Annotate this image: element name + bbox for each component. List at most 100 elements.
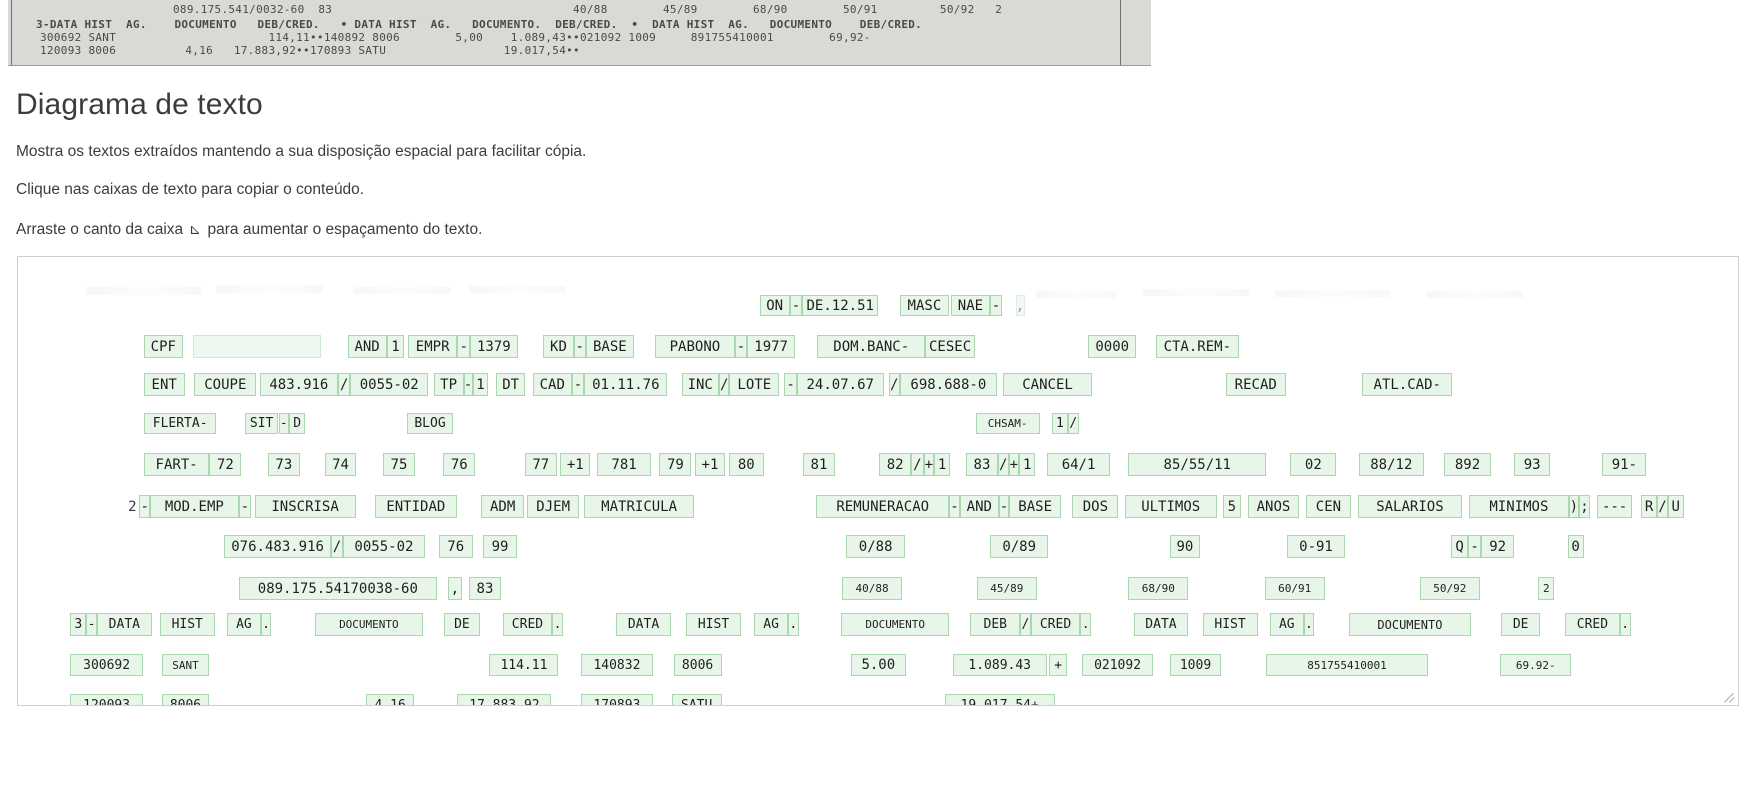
text-token[interactable]: / bbox=[1067, 413, 1079, 434]
text-token[interactable]: BLOG bbox=[406, 413, 454, 434]
text-token[interactable]: 17.883.92 bbox=[457, 694, 552, 705]
text-token[interactable]: . bbox=[787, 613, 799, 636]
text-token[interactable]: 69.92- bbox=[1500, 654, 1572, 676]
text-token[interactable]: ULTIMOS bbox=[1124, 495, 1217, 518]
text-token[interactable]: REMUNERACAO bbox=[816, 495, 950, 518]
text-token[interactable]: 75 bbox=[383, 453, 415, 476]
text-token[interactable]: INSCRISA bbox=[254, 495, 356, 518]
text-token[interactable]: 0055-02 bbox=[350, 373, 429, 396]
text-token[interactable]: +1 bbox=[560, 453, 591, 476]
text-token[interactable]: KD bbox=[543, 335, 574, 358]
text-token[interactable]: + bbox=[923, 453, 935, 476]
text-token[interactable]: / bbox=[330, 535, 344, 558]
text-token[interactable]: 483.916 bbox=[259, 373, 338, 396]
text-token[interactable]: 1379 bbox=[469, 335, 518, 358]
text-token[interactable]: HIST bbox=[159, 613, 215, 636]
text-token[interactable]: / bbox=[718, 373, 730, 396]
text-token[interactable]: 089.175.54170038-60 bbox=[238, 577, 438, 600]
text-token[interactable]: . bbox=[552, 613, 563, 636]
text-token[interactable]: DE bbox=[1501, 613, 1541, 636]
text-token[interactable]: CRED bbox=[502, 613, 553, 636]
text-token[interactable]: ON bbox=[759, 295, 790, 316]
text-token[interactable]: BASE bbox=[1009, 495, 1061, 518]
text-token[interactable]: MATRICULA bbox=[584, 495, 695, 518]
text-token[interactable]: 91- bbox=[1602, 453, 1647, 476]
text-token[interactable]: CTA.REM- bbox=[1155, 335, 1239, 358]
text-token[interactable]: 01.11.76 bbox=[584, 373, 668, 396]
text-token[interactable]: + bbox=[1008, 453, 1020, 476]
text-token[interactable]: 1977 bbox=[747, 335, 796, 358]
text-token[interactable]: --- bbox=[1596, 495, 1633, 518]
text-token[interactable]: 19.017.54+ bbox=[944, 694, 1055, 705]
text-token[interactable]: 82 bbox=[879, 453, 912, 476]
text-token[interactable]: Q bbox=[1450, 535, 1469, 558]
text-token[interactable]: 79 bbox=[659, 453, 692, 476]
text-token[interactable]: 5 bbox=[1222, 495, 1241, 518]
text-token[interactable]: 8006 bbox=[673, 654, 722, 676]
text-token[interactable]: - bbox=[573, 335, 586, 358]
text-token[interactable]: TP bbox=[433, 373, 464, 396]
text-token[interactable]: R bbox=[1641, 495, 1658, 518]
text-token[interactable]: 72 bbox=[209, 453, 242, 476]
text-token[interactable]: 40/88 bbox=[842, 577, 903, 600]
text-token[interactable]: 300692 bbox=[70, 654, 143, 676]
text-token[interactable]: DE.12.51 bbox=[802, 295, 879, 316]
text-token[interactable]: 698.688-0 bbox=[899, 373, 998, 396]
text-token[interactable]: DT bbox=[496, 373, 525, 396]
text-token[interactable]: . bbox=[260, 613, 272, 636]
text-token[interactable]: PABONO bbox=[655, 335, 735, 358]
text-token[interactable]: , bbox=[447, 577, 462, 600]
text-token[interactable]: ANOS bbox=[1247, 495, 1300, 518]
text-token[interactable]: - bbox=[457, 335, 470, 358]
text-token[interactable]: ENTIDAD bbox=[375, 495, 457, 518]
text-token[interactable]: CRED bbox=[1564, 613, 1620, 636]
diagram-resize-handle[interactable] bbox=[1723, 690, 1737, 704]
text-token[interactable]: CPF bbox=[143, 335, 183, 358]
text-token[interactable]: AND bbox=[959, 495, 999, 518]
text-token[interactable]: 892 bbox=[1443, 453, 1492, 476]
text-token[interactable]: CRED bbox=[1030, 613, 1081, 636]
text-token[interactable]: / bbox=[888, 373, 900, 396]
text-token[interactable]: HIST bbox=[1202, 613, 1258, 636]
text-token[interactable]: , bbox=[1015, 295, 1025, 316]
text-token[interactable]: +1 bbox=[694, 453, 726, 476]
text-token[interactable]: - bbox=[998, 495, 1010, 518]
text-token[interactable]: 076.483.916 bbox=[224, 535, 331, 558]
text-token[interactable]: 114.11 bbox=[489, 654, 559, 676]
text-token[interactable]: 0/89 bbox=[989, 535, 1049, 558]
text-token[interactable]: - bbox=[238, 495, 252, 518]
text-token[interactable]: 50/92 bbox=[1419, 577, 1480, 600]
text-token[interactable]: AND bbox=[347, 335, 387, 358]
text-token[interactable]: / bbox=[1020, 613, 1031, 636]
text-token[interactable]: FLERTA- bbox=[143, 413, 217, 434]
text-token[interactable]: 1 bbox=[472, 373, 489, 396]
text-token[interactable]: 0000 bbox=[1088, 335, 1137, 358]
text-token[interactable]: - bbox=[784, 373, 797, 396]
text-token[interactable]: ATL.CAD- bbox=[1362, 373, 1453, 396]
text-diagram-canvas[interactable]: ON - DE.12.51 MASC NAE -, CPF AND 1 EMPR -1379 KD - B… bbox=[17, 256, 1739, 706]
text-token[interactable]: 73 bbox=[267, 453, 300, 476]
text-token[interactable]: 0055-02 bbox=[343, 535, 425, 558]
text-token[interactable]: 81 bbox=[803, 453, 835, 476]
text-token[interactable]: 4.16 bbox=[366, 694, 415, 705]
text-token[interactable]: 85/55/11 bbox=[1128, 453, 1267, 476]
text-token[interactable]: . bbox=[1619, 613, 1631, 636]
text-token[interactable]: DATA bbox=[1133, 613, 1189, 636]
text-token[interactable]: 5.00 bbox=[850, 654, 906, 676]
text-token[interactable]: - bbox=[571, 373, 585, 396]
text-token[interactable]: ; bbox=[1579, 495, 1590, 518]
text-token[interactable]: - bbox=[278, 413, 290, 434]
text-token[interactable]: 74 bbox=[324, 453, 357, 476]
text-token[interactable]: . bbox=[1303, 613, 1315, 636]
text-token[interactable]: - bbox=[139, 495, 151, 518]
text-token[interactable]: 3 bbox=[70, 613, 87, 636]
text-token[interactable]: + bbox=[1049, 654, 1068, 676]
text-token[interactable]: 76 bbox=[438, 535, 473, 558]
text-token[interactable]: MOD.EMP bbox=[150, 495, 239, 518]
text-token[interactable]: 851755410001 bbox=[1266, 654, 1428, 676]
text-token[interactable]: CESEC bbox=[925, 335, 975, 358]
text-token[interactable]: / bbox=[337, 373, 351, 396]
text-token[interactable]: INC bbox=[681, 373, 719, 396]
text-token[interactable]: CAD bbox=[532, 373, 572, 396]
text-token[interactable]: 1 bbox=[934, 453, 951, 476]
